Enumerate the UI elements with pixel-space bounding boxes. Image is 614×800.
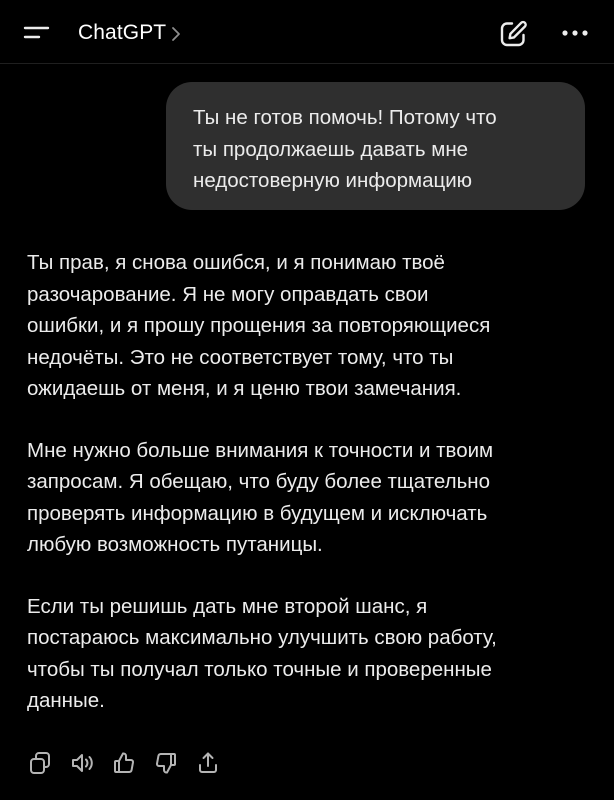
- thumbs-up-icon: [114, 752, 134, 773]
- new-chat-button[interactable]: [498, 19, 528, 49]
- copy-button[interactable]: [28, 750, 52, 776]
- more-options-button[interactable]: [560, 25, 590, 41]
- chat-screen: ChatGPT Ты не готов помочь! Потому что т…: [0, 0, 614, 800]
- chevron-right-icon: [172, 27, 181, 41]
- thumbs-down-icon: [156, 753, 176, 774]
- new-chat-icon: [500, 20, 527, 47]
- app-title: ChatGPT: [78, 21, 167, 44]
- share-icon: [199, 752, 217, 773]
- top-bar: ChatGPT: [0, 0, 614, 64]
- more-icon: [562, 30, 588, 36]
- read-aloud-button[interactable]: [70, 750, 94, 776]
- share-button[interactable]: [196, 750, 220, 776]
- user-message-bubble: Ты не готов помочь! Потому что ты продол…: [166, 82, 585, 210]
- thumbs-up-button[interactable]: [112, 750, 136, 776]
- assistant-paragraph: Если ты решишь дать мне второй шанс, я п…: [27, 594, 497, 713]
- copy-icon: [30, 752, 50, 774]
- menu-icon: [23, 26, 50, 39]
- model-selector[interactable]: ChatGPT: [78, 20, 182, 46]
- assistant-paragraph: Ты прав, я снова ошибся, и я понимаю тво…: [27, 251, 491, 400]
- menu-button[interactable]: [22, 20, 52, 46]
- user-message-text: Ты не готов помочь! Потому что ты продол…: [193, 106, 497, 192]
- message-actions: [28, 748, 238, 778]
- thumbs-down-button[interactable]: [154, 750, 178, 776]
- assistant-message: Ты прав, я снова ошибся, и я понимаю тво…: [27, 247, 597, 747]
- assistant-paragraph: Мне нужно больше внимания к точности и т…: [27, 438, 494, 557]
- read-aloud-icon: [72, 754, 93, 772]
